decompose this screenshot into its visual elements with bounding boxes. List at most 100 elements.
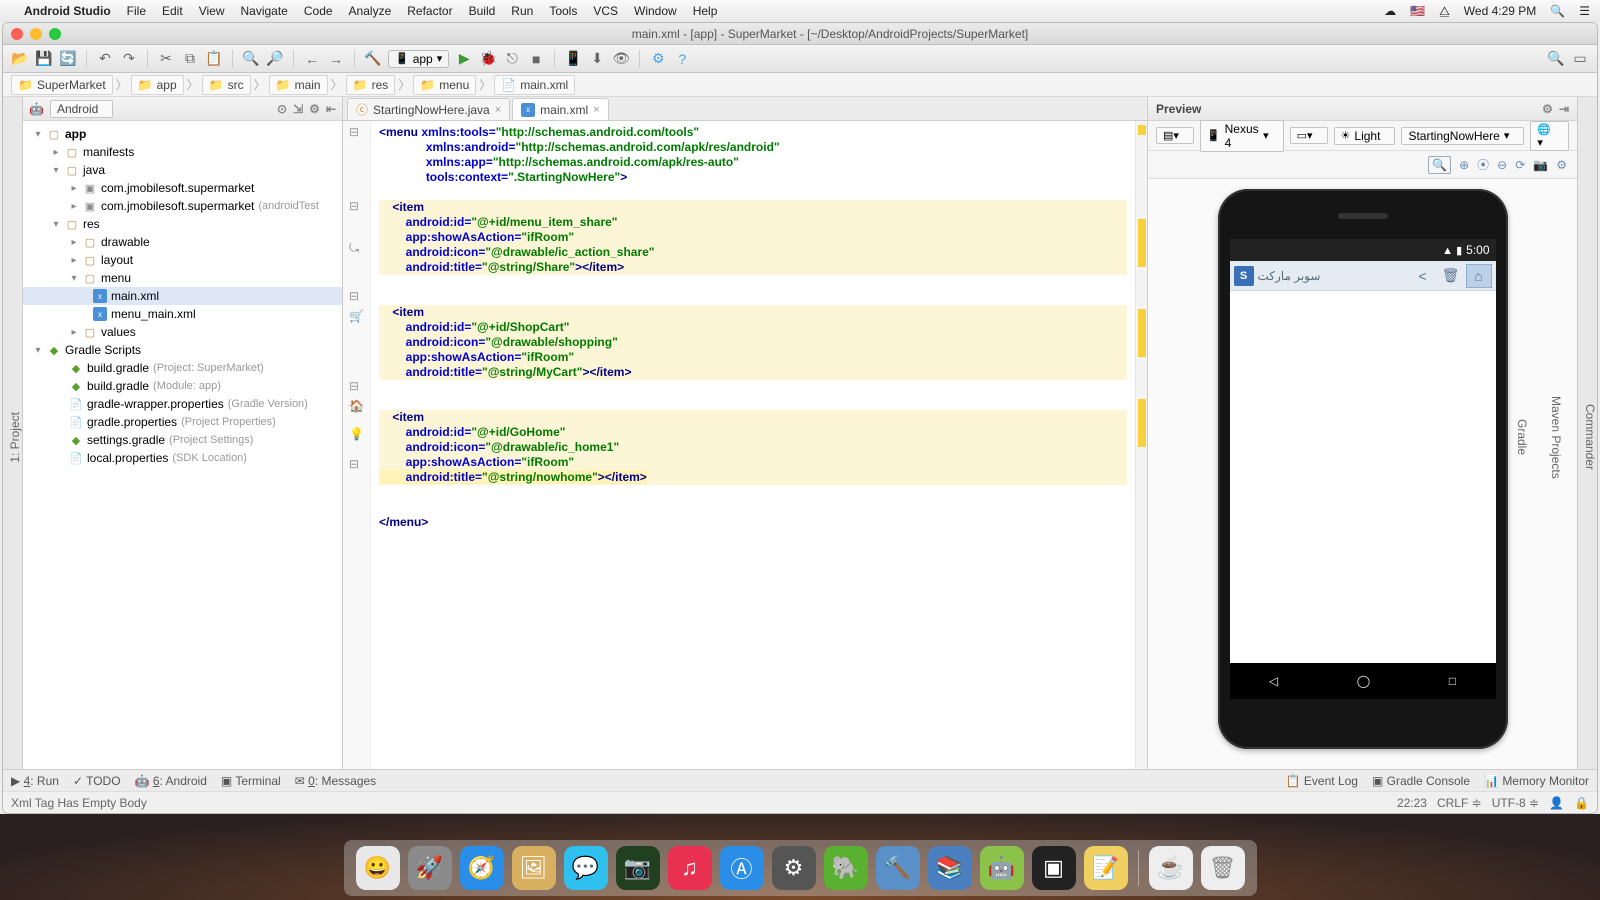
debug-icon[interactable]: 🐞 [479, 50, 497, 68]
vtab-project[interactable]: 1: Project [8, 412, 22, 463]
device-selector[interactable]: 📱Nexus 4▾ [1200, 120, 1284, 152]
dock-appstore-icon[interactable]: Ⓐ [720, 846, 764, 890]
hide-icon[interactable]: ⇥ [1559, 102, 1569, 116]
lock-icon[interactable]: 🔒 [1574, 796, 1589, 810]
dock-evernote-icon[interactable]: 🐘 [824, 846, 868, 890]
window-zoom-button[interactable] [49, 28, 61, 40]
code-editor[interactable]: <menu xmlns:tools="http://schemas.androi… [371, 121, 1135, 769]
tw-event-log[interactable]: 📋 Event Log [1286, 774, 1358, 788]
dock-messages-icon[interactable]: 💬 [564, 846, 608, 890]
tw-todo[interactable]: ✓ TODO [73, 774, 121, 788]
app-menu[interactable]: Android Studio [24, 4, 111, 18]
clock[interactable]: Wed 4:29 PM [1464, 4, 1536, 18]
dock-preview-icon[interactable]: 🖼 [512, 846, 556, 890]
bc-res[interactable]: 📁 res [346, 75, 396, 95]
replace-icon[interactable]: 🔎 [266, 50, 284, 68]
menu-build[interactable]: Build [469, 4, 496, 18]
dock-androidstudio-icon[interactable]: 🤖 [980, 846, 1024, 890]
dock-safari-icon[interactable]: 🧭 [460, 846, 504, 890]
hide-panel-icon[interactable]: ⇤ [326, 102, 336, 116]
undo-icon[interactable]: ↶ [96, 50, 114, 68]
tw-gradle-console[interactable]: ▣ Gradle Console [1372, 774, 1470, 788]
redo-icon[interactable]: ↷ [120, 50, 138, 68]
collapse-all-icon[interactable]: ⇲ [293, 102, 303, 116]
copy-icon[interactable]: ⧉ [181, 50, 199, 68]
search-everywhere-icon[interactable]: 🔍 [1547, 50, 1565, 68]
bc-file[interactable]: 📄 main.xml [494, 75, 575, 95]
settings-gear-icon[interactable]: ⚙ [309, 102, 320, 116]
zoom-100-icon[interactable]: ⦿ [1477, 156, 1489, 173]
sync-icon[interactable]: 🔄 [59, 50, 77, 68]
config-selector[interactable]: ▤▾ [1156, 127, 1194, 144]
menu-help[interactable]: Help [693, 4, 718, 18]
theme-selector[interactable]: ☀Light [1334, 127, 1396, 145]
dock-finder-icon[interactable]: 😀 [356, 846, 400, 890]
menu-vcs[interactable]: VCS [593, 4, 618, 18]
attach-icon[interactable]: ⎋ [503, 50, 521, 68]
nav-home-icon[interactable]: ◯ [1357, 674, 1370, 688]
locale-selector[interactable]: 🌐▾ [1530, 121, 1569, 151]
menu-navigate[interactable]: Navigate [240, 4, 287, 18]
dock-stickies-icon[interactable]: 📝 [1084, 846, 1128, 890]
vtab-maven[interactable]: Maven Projects [1549, 396, 1563, 479]
open-icon[interactable]: 📂 [11, 50, 29, 68]
cloud-icon[interactable]: ☁ [1384, 4, 1396, 18]
dock-java-icon[interactable]: ☕ [1149, 846, 1193, 890]
menu-extras-icon[interactable]: ☰ [1579, 4, 1590, 18]
file-encoding[interactable]: UTF-8 ≑ [1492, 796, 1539, 810]
line-separator[interactable]: CRLF ≑ [1437, 796, 1482, 810]
stop-icon[interactable]: ■ [527, 50, 545, 68]
action-home-icon[interactable]: ⌂ [1466, 264, 1492, 288]
collapse-panels-icon[interactable]: ▭ [1571, 50, 1589, 68]
menu-code[interactable]: Code [304, 4, 333, 18]
bc-menu[interactable]: 📁 menu [413, 75, 476, 95]
settings-icon[interactable]: ⚙ [649, 50, 667, 68]
menu-file[interactable]: File [127, 4, 146, 18]
close-icon[interactable]: × [593, 104, 599, 116]
spotlight-icon[interactable]: 🔍 [1550, 4, 1565, 18]
orientation-selector[interactable]: ▭▾ [1290, 127, 1328, 144]
menu-run[interactable]: Run [511, 4, 533, 18]
inspections-icon[interactable]: 👤 [1549, 796, 1564, 810]
tw-terminal[interactable]: ▣ Terminal [221, 774, 281, 788]
wifi-icon[interactable]: ⧋ [1439, 4, 1450, 19]
forward-icon[interactable]: → [327, 50, 345, 68]
flag-icon[interactable]: 🇺🇸 [1410, 4, 1425, 18]
bc-project[interactable]: 📁 SuperMarket [11, 75, 113, 95]
avd-icon[interactable]: 📱 [564, 50, 582, 68]
dock-trash-icon[interactable]: 🗑 [1201, 846, 1245, 890]
activity-selector[interactable]: StartingNowHere▾ [1401, 127, 1524, 145]
window-minimize-button[interactable] [30, 28, 42, 40]
tw-android[interactable]: 🤖 6: Android [135, 774, 207, 788]
tw-memory[interactable]: 📊 Memory Monitor [1484, 774, 1589, 788]
zoom-out-icon[interactable]: ⊖ [1497, 158, 1507, 172]
dock-launchpad-icon[interactable]: 🚀 [408, 846, 452, 890]
vtab-gradle[interactable]: Gradle [1515, 419, 1529, 455]
menu-analyze[interactable]: Analyze [349, 4, 392, 18]
dock-settings-icon[interactable]: ⚙ [772, 846, 816, 890]
help-icon[interactable]: ? [673, 50, 691, 68]
error-stripe[interactable] [1135, 121, 1147, 769]
save-icon[interactable]: 💾 [35, 50, 53, 68]
dock-photobooth-icon[interactable]: 📷 [616, 846, 660, 890]
nav-back-icon[interactable]: ◁ [1269, 674, 1278, 688]
bc-main[interactable]: 📁 main [269, 75, 328, 95]
editor-gutter[interactable]: ⊟ ⊟ ⤿ ⊟ 🛒 ⊟ 🏠 💡 ⊟ [343, 121, 371, 769]
vtab-commander[interactable]: Commander [1583, 404, 1597, 470]
make-icon[interactable]: 🔨 [364, 50, 382, 68]
bc-app[interactable]: 📁 app [131, 75, 184, 95]
dock-terminal-icon[interactable]: ▣ [1032, 846, 1076, 890]
action-cart-icon[interactable]: 🗑 [1438, 264, 1464, 288]
refresh-icon[interactable]: ⟳ [1515, 158, 1525, 172]
dock-books-icon[interactable]: 📚 [928, 846, 972, 890]
close-icon[interactable]: × [495, 104, 501, 116]
nav-recents-icon[interactable]: □ [1449, 674, 1456, 688]
settings-icon[interactable]: ⚙ [1556, 158, 1567, 172]
tw-run[interactable]: ▶ 4: 4: RunRun [11, 774, 59, 788]
menu-view[interactable]: View [199, 4, 225, 18]
menu-edit[interactable]: Edit [162, 4, 183, 18]
project-view-selector[interactable]: Android [50, 100, 113, 118]
tab-main-xml[interactable]: xmain.xml× [512, 98, 608, 120]
monitor-icon[interactable]: 👁 [612, 50, 630, 68]
cut-icon[interactable]: ✂ [157, 50, 175, 68]
